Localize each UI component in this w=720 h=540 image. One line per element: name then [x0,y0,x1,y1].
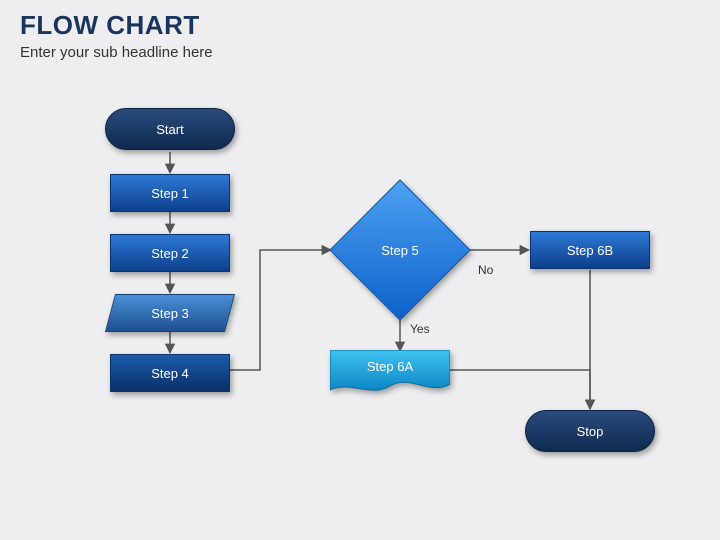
node-decision-label: Step 5 [381,243,419,258]
node-decision: Step 5 [350,200,450,300]
node-stop: Stop [525,410,655,452]
node-step2-label: Step 2 [151,246,189,261]
node-start: Start [105,108,235,150]
node-step6b-label: Step 6B [567,243,613,258]
node-start-label: Start [156,122,183,137]
node-step6b: Step 6B [530,231,650,269]
node-step1-label: Step 1 [151,186,189,201]
node-step6a-label: Step 6A [367,359,413,374]
flowchart-canvas: Start Step 1 Step 2 Step 3 Step 4 Step 5 [0,0,720,540]
node-step4-label: Step 4 [151,366,189,381]
node-step4: Step 4 [110,354,230,392]
edge-label-yes: Yes [410,322,430,336]
node-step2: Step 2 [110,234,230,272]
edge-label-no: No [478,263,493,277]
node-step1: Step 1 [110,174,230,212]
node-step6a: Step 6A [330,350,450,390]
node-stop-label: Stop [577,424,604,439]
node-step3-label: Step 3 [151,306,189,321]
node-step3: Step 3 [110,294,230,332]
